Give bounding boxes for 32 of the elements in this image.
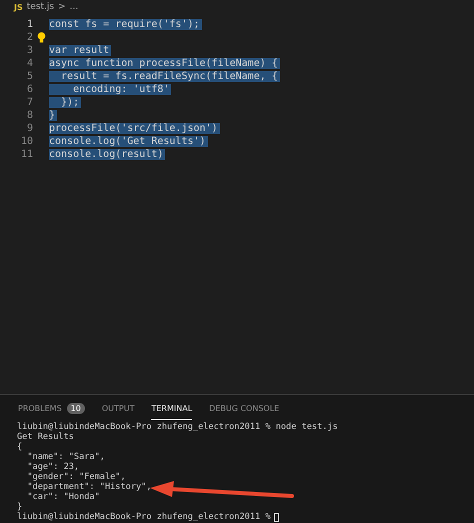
line-number: 8: [26, 110, 33, 121]
terminal-line: "car": "Honda": [26, 492, 100, 502]
panel-tab[interactable]: PROBLEMS 10: [18, 395, 85, 420]
line-number: 2: [26, 32, 33, 43]
javascript-file-icon: JS: [14, 2, 23, 12]
line-number: 10: [20, 136, 33, 147]
terminal-line: liubin@liubindeMacBook-Pro zhufeng_electron2011 %: [17, 512, 271, 522]
line-number: 11: [20, 149, 33, 160]
line-number: 3: [26, 45, 33, 56]
panel-tab[interactable]: OUTPUT: [102, 395, 134, 420]
terminal-line: Get Results: [17, 432, 74, 442]
terminal-cursor: [274, 512, 279, 522]
lightbulb-icon[interactable]: [36, 32, 46, 43]
problems-count-badge: 10: [66, 402, 85, 414]
line-number: 5: [26, 71, 33, 82]
line-number: 1: [26, 19, 33, 30]
breadcrumb-more[interactable]: ...: [70, 2, 78, 12]
terminal-line: "age": 23,: [26, 462, 80, 472]
line-number: 7: [26, 97, 33, 108]
terminal-line: "department": "History",: [26, 482, 152, 492]
line-number: 9: [26, 123, 33, 134]
panel-tab[interactable]: TERMINAL: [151, 395, 192, 420]
terminal-line: }: [17, 502, 22, 512]
breadcrumb-separator: >: [58, 2, 66, 12]
terminal-line: {: [17, 442, 22, 452]
panel-tab[interactable]: DEBUG CONSOLE: [209, 395, 280, 420]
line-number: 4: [26, 58, 33, 69]
breadcrumb-file[interactable]: test.js: [26, 2, 54, 12]
terminal-line: "name": "Sara",: [26, 452, 105, 462]
line-number: 6: [26, 84, 33, 95]
terminal-line: "gender": "Female",: [26, 472, 126, 482]
terminal-line: liubin@liubindeMacBook-Pro zhufeng_electron2011 % node test.js: [17, 422, 338, 432]
